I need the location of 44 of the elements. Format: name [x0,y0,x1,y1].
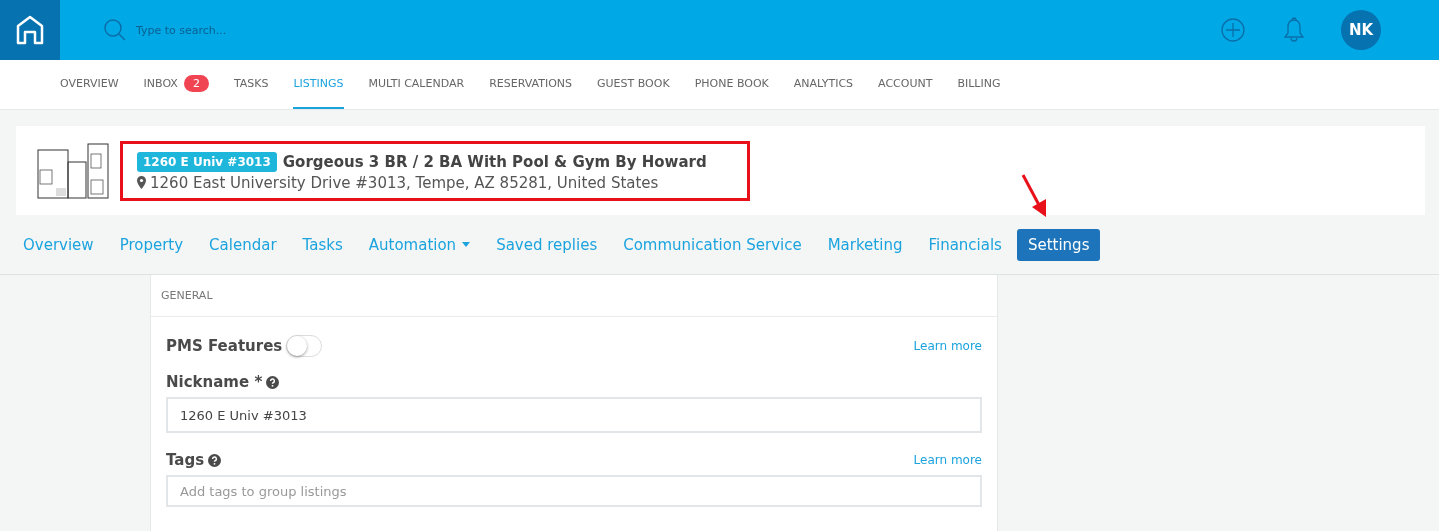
home-logo[interactable] [0,0,60,60]
help-icon [208,453,222,467]
nav-tab[interactable]: MULTI CALENDAR [368,60,465,109]
nav-tab[interactable]: ANALYTICS [793,60,854,109]
bell-icon[interactable] [1283,17,1305,43]
tags-field[interactable]: Add tags to group listings [166,475,982,507]
listing-address: 1260 East University Drive #3013, Tempe, AZ 85281, United States [150,173,659,192]
toggle-switch[interactable] [286,335,323,357]
house-icon [16,15,44,45]
search-field[interactable]: Type to search... [134,22,434,38]
listing-tab[interactable]: Marketing [816,228,914,261]
listing-tab[interactable]: Overview [12,228,105,261]
learn-more-link[interactable]: Learn more [913,339,982,353]
nav-tab[interactable]: ACCOUNT [878,60,933,109]
nickname-tag: 1260 E Univ #3013 [137,151,277,172]
field-label: PMS Features [166,337,283,355]
listing-tab[interactable]: Automation [357,228,482,261]
listing-tab[interactable]: Property [108,228,195,261]
map-pin-icon [137,176,146,189]
listing-tab[interactable]: Settings [1016,228,1101,261]
section-heading: GENERAL [161,289,213,302]
count-badge: 2 [183,75,209,92]
field-label: Tags [166,451,205,469]
listing-tab[interactable]: Financials [917,228,1013,261]
nav-tab[interactable]: RESERVATIONS [489,60,573,109]
field-label: Nickname * [166,373,263,391]
search-icon [104,19,126,41]
learn-more-link[interactable]: Learn more [913,453,982,467]
nav-tab[interactable]: INBOX 2 [143,60,209,109]
nav-tab[interactable]: PHONE BOOK [694,60,769,109]
help-icon [266,375,280,389]
nav-tab[interactable]: OVERVIEW [60,60,119,109]
nav-tab[interactable]: TASKS [233,60,269,109]
user-avatar[interactable]: NK [1341,10,1381,50]
plus-circle-icon[interactable] [1221,18,1245,42]
listing-tab[interactable]: Tasks [291,228,354,261]
listing-tab[interactable]: Communication Service [612,228,813,261]
listing-tab[interactable]: Saved replies [485,228,609,261]
nav-tab[interactable]: BILLING [957,60,1001,109]
nav-tab[interactable]: GUEST BOOK [597,60,670,109]
listing-tab[interactable]: Calendar [198,228,288,261]
listing-title: Gorgeous 3 BR / 2 BA With Pool & Gym By Howard [282,152,707,171]
nickname-field[interactable]: 1260 E Univ #3013 [166,397,982,433]
nav-tab[interactable]: LISTINGS [293,60,344,109]
